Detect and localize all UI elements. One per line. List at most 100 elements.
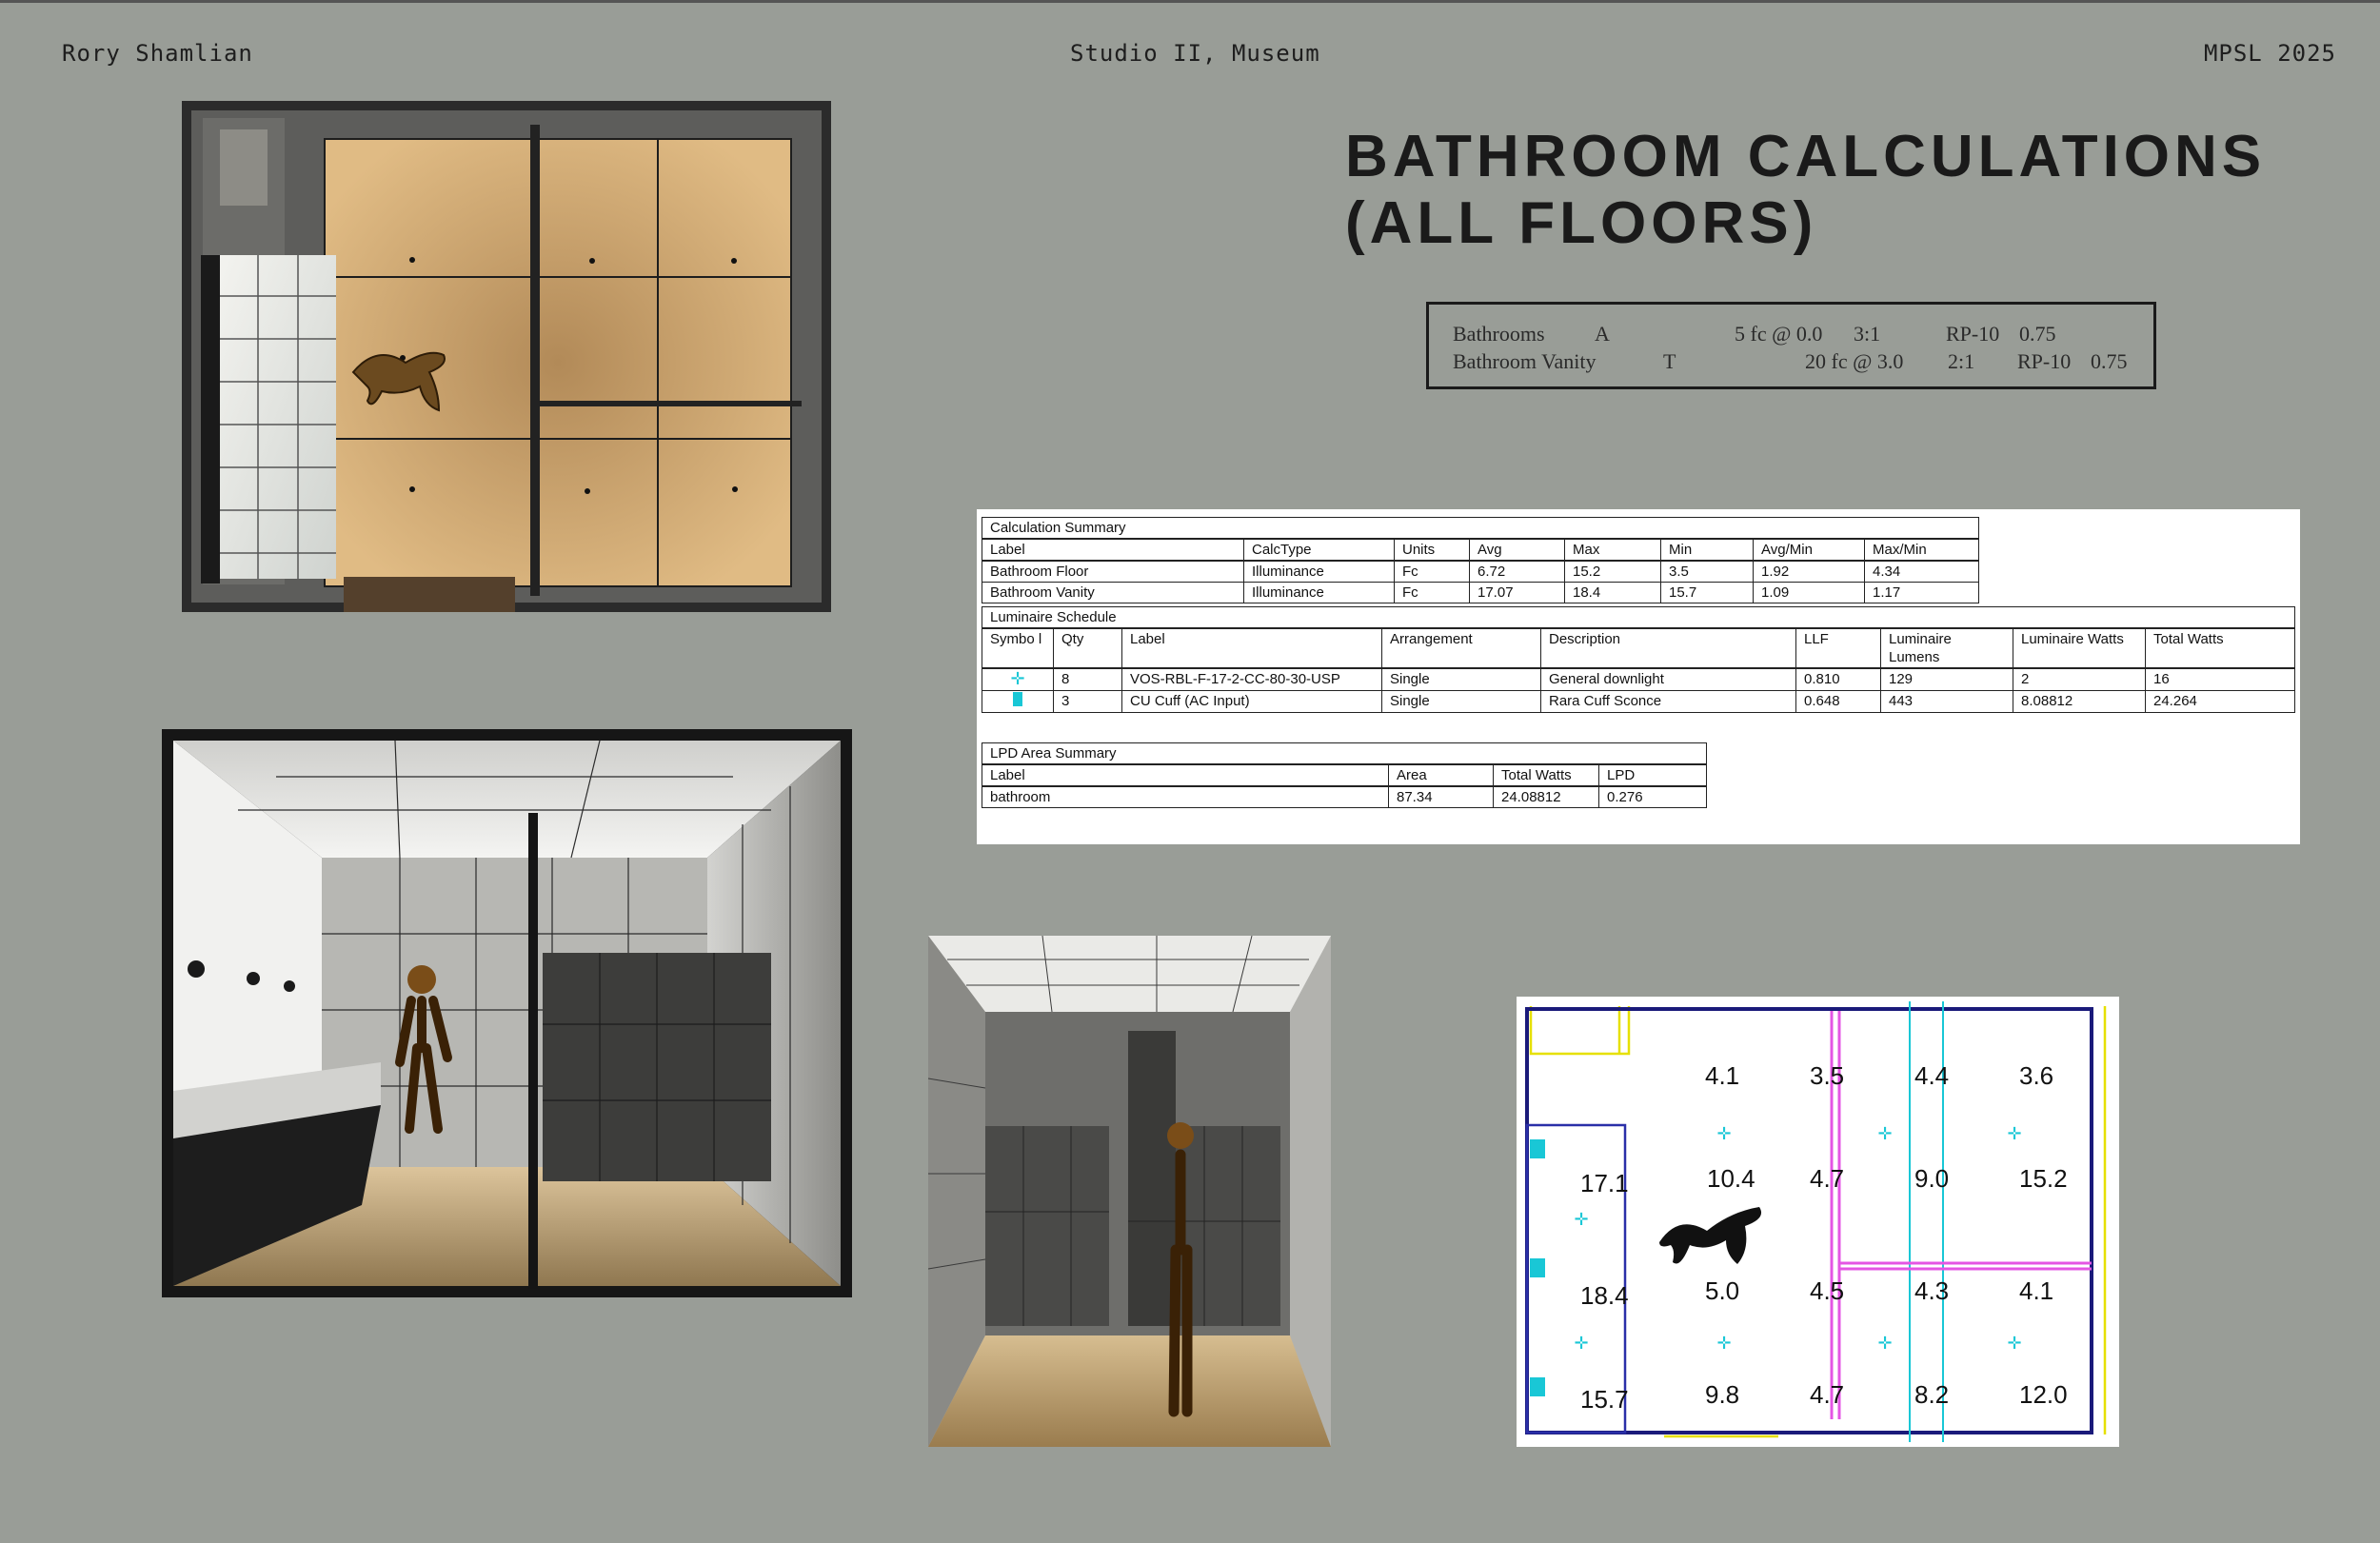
cell: 18.4 [1564, 582, 1661, 603]
header-cell: Area [1388, 763, 1494, 787]
header-cell: Luminaire Lumens [1880, 627, 2013, 669]
cell: 87.34 [1388, 785, 1494, 808]
cell: 129 [1880, 667, 2013, 691]
svg-text:✛: ✛ [1716, 1124, 1731, 1143]
cell: Fc [1394, 560, 1470, 583]
header-cell: CalcType [1243, 538, 1395, 562]
plan-view-render [182, 101, 831, 612]
course-title: Studio II, Museum [1070, 40, 1320, 67]
svg-text:✛: ✛ [1877, 1334, 1892, 1353]
illuminance-point-plan: ✛ ✛ ✛ ✛ ✛ ✛ ✛ ✛ 4.1 3.5 4.4 3.6 17.1 10.4 4.… [1517, 997, 2119, 1447]
table-header-row: Label Area Total Watts LPD [982, 763, 1707, 787]
table-row: Bathroom Floor Illuminance Fc 6.72 15.2 … [982, 560, 1979, 583]
header-cell: LLF [1795, 627, 1881, 669]
header-cell: Avg/Min [1753, 538, 1865, 562]
cell: 2 [2013, 667, 2146, 691]
cell [982, 690, 1054, 713]
table-header-row: Label CalcType Units Avg Max Min Avg/Min… [982, 538, 1979, 562]
grid-value: 9.8 [1705, 1380, 1739, 1409]
svg-text:✛: ✛ [2007, 1334, 2021, 1353]
top-rule [0, 0, 2380, 3]
table-header-row: Symbo l Qty Label Arrangement Descriptio… [982, 627, 2295, 669]
header-cell: Qty [1053, 627, 1122, 669]
criteria-reference: RP-10 [1946, 322, 2000, 346]
calculation-report: Calculation Summary Label CalcType Units… [977, 509, 2300, 844]
table-title: Calculation Summary [982, 517, 1979, 540]
criteria-target: 5 fc @ 0.0 [1735, 322, 1823, 346]
term-label: MPSL 2025 [2203, 40, 2336, 67]
grid-value: 4.7 [1810, 1164, 1844, 1193]
criteria-target: 20 fc @ 3.0 [1805, 349, 1904, 373]
header-cell: Luminaire Watts [2013, 627, 2146, 669]
cell: 0.810 [1795, 667, 1881, 691]
cell: 3.5 [1660, 560, 1754, 583]
header-cell: Total Watts [1493, 763, 1599, 787]
grid-value: 18.4 [1580, 1281, 1629, 1310]
cell: ✛ [982, 667, 1054, 691]
header-cell: Units [1394, 538, 1470, 562]
cell: 1.92 [1753, 560, 1865, 583]
grid-value: 8.2 [1914, 1380, 1949, 1409]
cell: 24.264 [2145, 690, 2295, 713]
cell: General downlight [1540, 667, 1796, 691]
cell: 15.7 [1660, 582, 1754, 603]
cell: 17.07 [1469, 582, 1565, 603]
cell: Fc [1394, 582, 1470, 603]
table-row: Bathroom Vanity Illuminance Fc 17.07 18.… [982, 582, 1979, 603]
svg-text:✛: ✛ [1877, 1124, 1892, 1143]
header-cell: Total Watts [2145, 627, 2295, 669]
cell: 1.17 [1864, 582, 1979, 603]
criteria-factor: 0.75 [2091, 349, 2128, 373]
cell: 16 [2145, 667, 2295, 691]
header-cell: Min [1660, 538, 1754, 562]
grid-value: 4.4 [1914, 1061, 1949, 1090]
cell: Single [1381, 667, 1541, 691]
cell: Rara Cuff Sconce [1540, 690, 1796, 713]
grid-value: 3.6 [2019, 1061, 2053, 1090]
page-title-line-2: (ALL FLOORS) [1345, 190, 1818, 256]
table-row: 3 CU Cuff (AC Input) Single Rara Cuff Sc… [982, 690, 2295, 713]
cell: 8 [1053, 667, 1122, 691]
downlight-symbol-icon: ✛ [1010, 669, 1025, 688]
cell: 0.648 [1795, 690, 1881, 713]
grid-value: 12.0 [2019, 1380, 2068, 1409]
page-title-line-1: BATHROOM CALCULATIONS [1345, 124, 2267, 189]
cell: Bathroom Floor [982, 560, 1244, 583]
author-name: Rory Shamlian [62, 40, 253, 67]
cell: 443 [1880, 690, 2013, 713]
cell: CU Cuff (AC Input) [1121, 690, 1382, 713]
criteria-space: Bathroom Vanity [1453, 349, 1597, 373]
cell: 4.34 [1864, 560, 1979, 583]
lpd-area-summary-table: LPD Area Summary Label Area Total Watts … [982, 742, 1707, 808]
header-cell: Symbo l [982, 627, 1054, 669]
cell: Illuminance [1243, 560, 1395, 583]
header-cell: Label [982, 538, 1244, 562]
page-title: BATHROOM CALCULATIONS (ALL FLOORS) [1345, 124, 2297, 257]
grid-value: 5.0 [1705, 1276, 1739, 1305]
header-cell: Label [1121, 627, 1382, 669]
grid-value: 15.2 [2019, 1164, 2068, 1193]
header-cell: Description [1540, 627, 1796, 669]
header-cell: LPD [1598, 763, 1707, 787]
table-row: ✛ 8 VOS-RBL-F-17-2-CC-80-30-USP Single G… [982, 667, 2295, 691]
vanity-perspective-render [162, 729, 852, 1297]
sconce-symbol-icon [1013, 692, 1022, 706]
stall-perspective-render [928, 936, 1331, 1447]
table-row: bathroom 87.34 24.08812 0.276 [982, 785, 1707, 808]
cell: 6.72 [1469, 560, 1565, 583]
svg-text:✛: ✛ [1574, 1334, 1588, 1353]
criteria-reference: RP-10 [2017, 349, 2072, 373]
header-cell: Avg [1469, 538, 1565, 562]
grid-value: 4.7 [1810, 1380, 1844, 1409]
table-title: LPD Area Summary [982, 742, 1707, 765]
grid-value: 15.7 [1580, 1385, 1629, 1414]
svg-text:✛: ✛ [1574, 1210, 1588, 1229]
design-criteria-box: Bathrooms A 5 fc @ 0.0 3:1 RP-10 0.75 Ba… [1426, 302, 2156, 389]
cell: VOS-RBL-F-17-2-CC-80-30-USP [1121, 667, 1382, 691]
grid-value: 9.0 [1914, 1164, 1949, 1193]
criteria-code: T [1663, 349, 1676, 373]
cell: bathroom [982, 785, 1389, 808]
svg-text:✛: ✛ [1716, 1334, 1731, 1353]
calculation-summary-table: Calculation Summary Label CalcType Units… [982, 517, 1979, 603]
grid-value: 17.1 [1580, 1169, 1629, 1197]
